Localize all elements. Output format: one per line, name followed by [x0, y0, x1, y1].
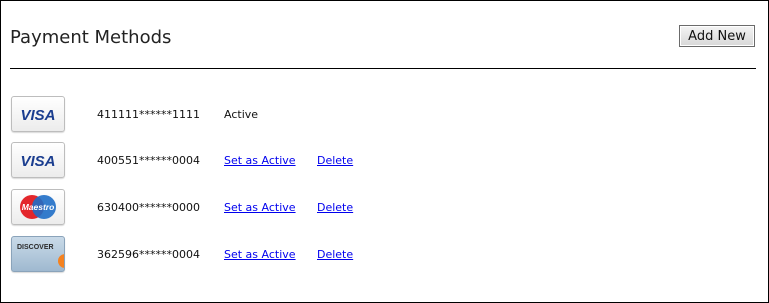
- set-as-active-link[interactable]: Set as Active: [224, 201, 296, 214]
- visa-card-icon: VISA: [11, 96, 65, 132]
- delete-link[interactable]: Delete: [317, 248, 353, 261]
- payment-method-row: VISA 400551******0004 Set as Active Dele…: [1, 141, 768, 181]
- card-number: 400551******0004: [97, 154, 200, 167]
- card-brand-label: VISA: [20, 153, 55, 170]
- payment-methods-panel: Payment Methods Add New VISA 411111*****…: [0, 0, 769, 303]
- set-as-active-link[interactable]: Set as Active: [224, 154, 296, 167]
- payment-method-row: DISCOVER 362596******0004 Set as Active …: [1, 235, 768, 275]
- delete-link[interactable]: Delete: [317, 201, 353, 214]
- set-as-active-link[interactable]: Set as Active: [224, 248, 296, 261]
- card-brand-label: VISA: [20, 107, 55, 124]
- payment-method-row: Maestro 630400******0000 Set as Active D…: [1, 188, 768, 228]
- card-brand-label: DISCOVER: [17, 244, 54, 251]
- card-number: 411111******1111: [97, 108, 200, 121]
- header-divider: [10, 68, 756, 69]
- card-number: 362596******0004: [97, 248, 200, 261]
- status-active-label: Active: [224, 108, 259, 121]
- payment-method-row: VISA 411111******1111 Active: [1, 95, 768, 135]
- add-new-button[interactable]: Add New: [679, 25, 755, 47]
- page-title: Payment Methods: [10, 27, 172, 48]
- maestro-card-icon: Maestro: [11, 189, 65, 225]
- card-number: 630400******0000: [97, 201, 200, 214]
- card-brand-label: Maestro: [22, 202, 55, 212]
- discover-card-icon: DISCOVER: [11, 236, 65, 272]
- visa-card-icon: VISA: [11, 142, 65, 178]
- delete-link[interactable]: Delete: [317, 154, 353, 167]
